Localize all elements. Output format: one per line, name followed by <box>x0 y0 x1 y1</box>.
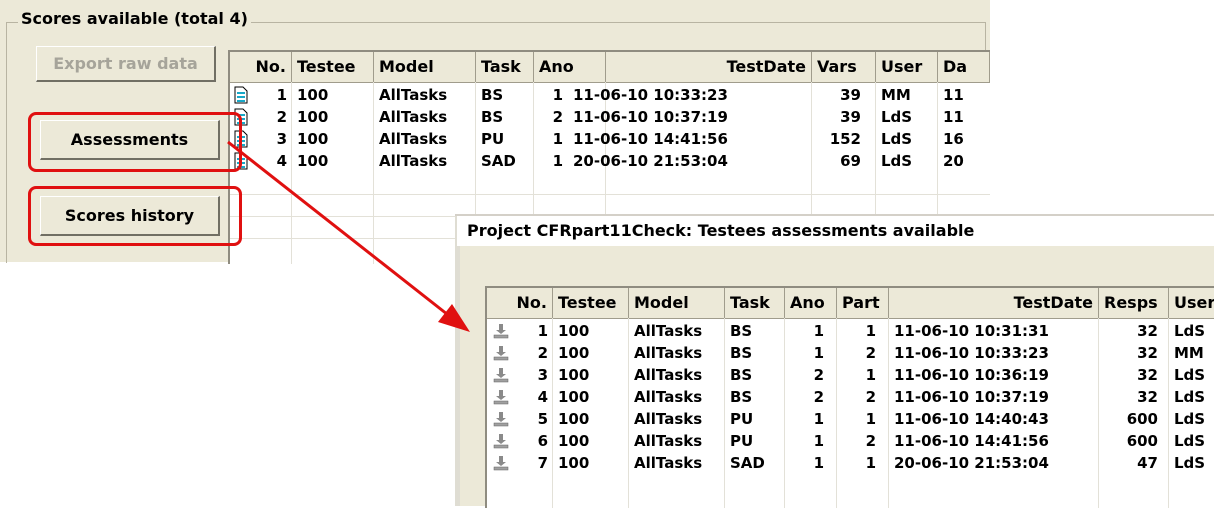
callout-arrow <box>227 140 470 332</box>
